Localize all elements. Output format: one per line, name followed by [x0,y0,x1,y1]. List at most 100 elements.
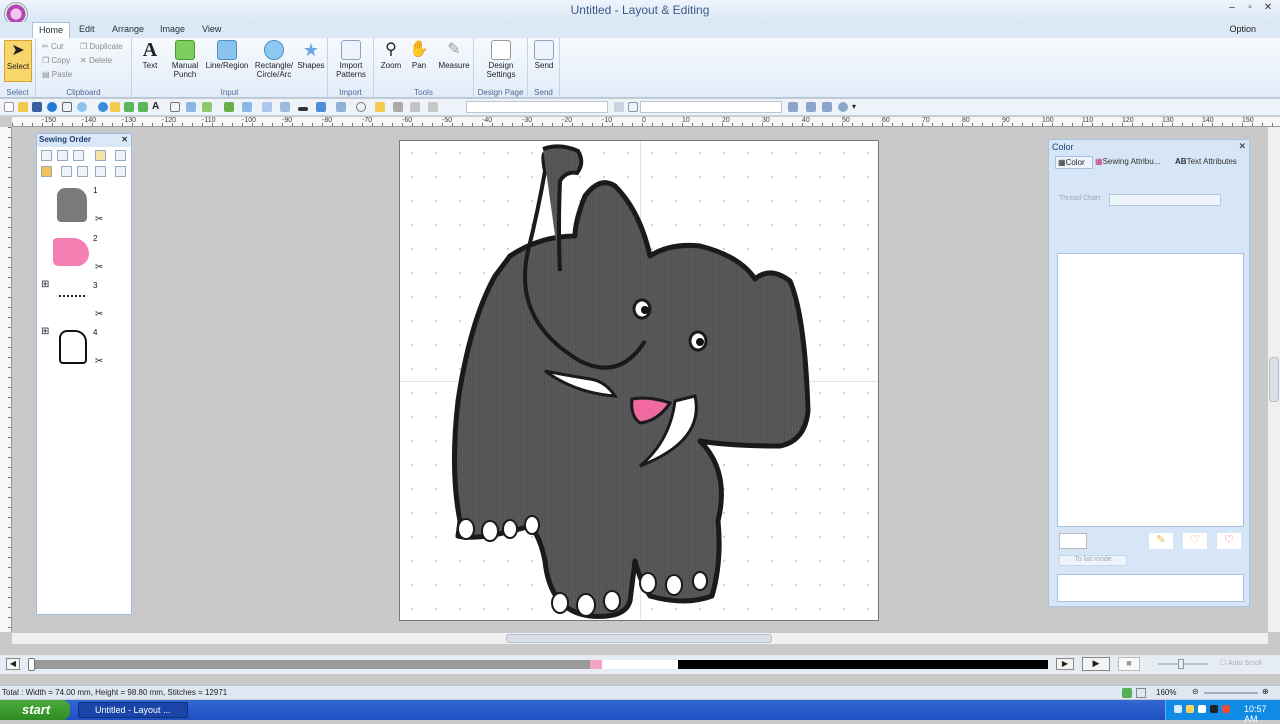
pattern-frame-icon[interactable] [628,102,638,112]
zoom-button[interactable]: ⚲ Zoom [378,40,404,70]
align-icon[interactable] [242,102,252,112]
zoom-tool-icon[interactable] [356,102,366,112]
save-icon[interactable] [32,102,42,112]
recording-icon[interactable] [1222,705,1230,713]
tab-sewing-attributes[interactable]: ▦Sewing Attribu... [1093,156,1171,169]
vertical-scrollbar[interactable] [1268,127,1280,632]
sewing-item[interactable]: ⊞ 3 ✂ [41,279,113,320]
tab-text-attributes[interactable]: ABText Attributes [1173,156,1249,169]
copy-button[interactable]: ❐ Copy [42,56,70,66]
mirror-icon[interactable] [336,102,346,112]
zoom-slider[interactable] [1204,692,1258,694]
horizontal-scrollbar[interactable] [12,632,1268,644]
tab-view[interactable]: View [196,22,227,38]
close-button[interactable]: ✕ [1261,2,1275,13]
select-tool-icon[interactable] [375,102,385,112]
tab-arrange[interactable]: Arrange [106,22,150,38]
group-icon[interactable] [280,102,290,112]
cut-button[interactable]: ✂ Cut [42,42,63,52]
fill-pattern-select[interactable] [640,101,782,113]
decorative-fill-icon[interactable] [224,102,234,112]
point-edit-icon[interactable] [393,102,403,112]
measure-button[interactable]: ✎ Measure [436,40,472,70]
stop-icon[interactable]: ■ [1118,657,1140,671]
curve-edit-icon[interactable] [428,102,438,112]
expand-icon[interactable]: ⊞ [41,279,49,290]
go-to-end-icon[interactable]: ▶ [1056,658,1074,670]
stitch-density-icon[interactable] [806,102,816,112]
maximize-button[interactable]: ▫ [1243,2,1257,13]
play-icon[interactable]: ▶ [1082,657,1110,671]
move-up-icon[interactable] [73,150,84,161]
send-button[interactable]: Send [531,40,557,70]
import-patterns-button[interactable]: Import Patterns [330,40,372,79]
delete-button[interactable]: ✕ Delete [80,56,112,66]
select-button[interactable]: ➤ Select [4,40,32,82]
sewing-item[interactable]: 1 ✂ [53,184,113,225]
color-order-icon[interactable] [41,166,52,177]
tab-edit[interactable]: Edit [73,22,101,38]
close-panel-icon[interactable]: ✕ [121,135,128,144]
baseline-icon[interactable] [298,107,308,111]
select-arrow-icon[interactable] [115,166,126,177]
zoom-out-icon[interactable]: ⊝ [1192,687,1199,696]
design-settings-button[interactable]: Design Settings [478,40,524,79]
move-front-icon[interactable] [61,166,72,177]
pattern-select[interactable] [466,101,608,113]
rect-tool-icon[interactable] [62,102,72,112]
sewing-item[interactable]: ⊞ 4 ✂ [41,326,113,367]
refresh-icon[interactable] [838,102,848,112]
page-view-icon[interactable] [1136,688,1146,698]
toolbar-more-icon[interactable]: ▾ [852,102,862,112]
volume-icon[interactable] [1198,705,1206,713]
tab-home[interactable]: Home [32,22,71,38]
lock-icon[interactable] [95,150,106,161]
stitch-angle-icon[interactable] [822,102,832,112]
stitch-edit-icon[interactable] [410,102,420,112]
zoom-in-icon[interactable]: ⊕ [1262,687,1269,696]
ellipse-tool-icon[interactable] [77,102,87,112]
highlight-tool-icon[interactable] [110,102,120,112]
thread-chart-select[interactable] [1109,194,1221,206]
move-back-icon[interactable] [77,166,88,177]
start-button[interactable]: start [0,700,70,720]
text-button[interactable]: A Text [136,40,164,70]
view-icon[interactable] [115,150,126,161]
fit-view-icon[interactable] [1122,688,1132,698]
vertical-scroll-thumb[interactable] [1269,357,1279,402]
stitch-tool-icon[interactable] [124,102,134,112]
pencil-icon[interactable]: ✎ [1149,533,1173,549]
line-tool-icon[interactable] [138,102,148,112]
split-icon[interactable] [95,166,106,177]
shapes-button[interactable]: ★ Shapes [296,40,326,70]
pan-button[interactable]: ✋ Pan [406,40,432,70]
option-menu[interactable]: Option [1229,24,1256,34]
rectangle-circle-button[interactable]: Rectangle/ Circle/Arc [252,40,296,79]
region-tool-icon[interactable] [186,102,196,112]
paste-button[interactable]: ▤ Paste [42,70,72,80]
taskbar-app-button[interactable]: Untitled - Layout ... [78,702,188,718]
circle-tool-icon[interactable] [47,102,57,112]
minimize-button[interactable]: – [1225,2,1239,13]
duplicate-button[interactable]: ❐ Duplicate [80,42,123,52]
sequence-slider-handle[interactable] [28,658,35,671]
color-list[interactable] [1057,253,1244,527]
new-file-icon[interactable] [4,102,14,112]
security-icon[interactable] [1186,705,1194,713]
manual-punch-button[interactable]: Manual Punch [168,40,202,79]
expand-icon[interactable]: ⊞ [41,326,49,337]
line-region-button[interactable]: Line/Region [204,40,250,70]
distribute-icon[interactable] [262,102,272,112]
auto-scroll-checkbox[interactable]: ☐ Auto Scroll [1220,659,1262,667]
display-icon[interactable] [1210,705,1218,713]
speed-slider-handle[interactable] [1178,659,1184,669]
transform-icon[interactable] [316,102,326,112]
network-icon[interactable] [1174,705,1182,713]
elephant-embroidery[interactable] [400,141,878,620]
open-folder-icon[interactable] [18,102,28,112]
stitch-direction-icon[interactable] [788,102,798,112]
go-to-start-icon[interactable]: ◀ [6,658,20,670]
sewing-item[interactable]: 2 ✂ [53,232,113,273]
pattern-option-icon[interactable] [614,102,624,112]
fill-tool-icon[interactable] [98,102,108,112]
